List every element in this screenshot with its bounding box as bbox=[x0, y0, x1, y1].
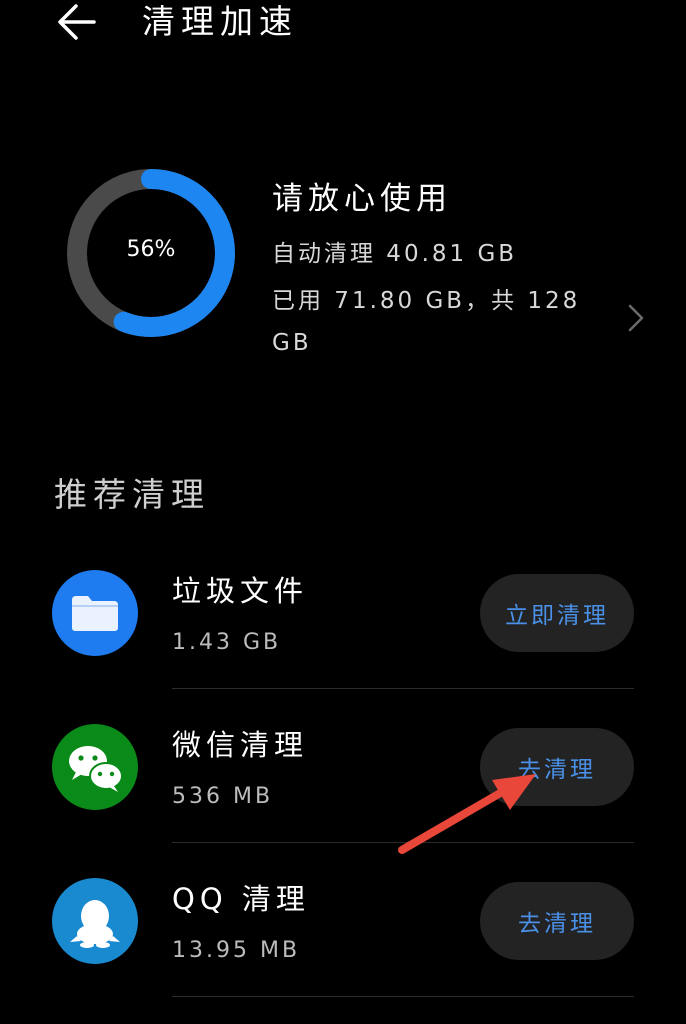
list-item-qq: QQ 清理 13.95 MB 去清理 bbox=[0, 852, 686, 1006]
qq-app-icon bbox=[52, 878, 138, 964]
go-clean-qq-button[interactable]: 去清理 bbox=[480, 882, 634, 960]
folder-icon bbox=[52, 570, 138, 656]
item-name: 微信清理 bbox=[172, 728, 309, 762]
page-title: 清理加速 bbox=[142, 2, 298, 41]
wechat-app-icon bbox=[52, 724, 138, 810]
storage-details-button[interactable] bbox=[618, 296, 654, 340]
item-size: 1.43 GB bbox=[172, 630, 282, 655]
auto-clean-text: 自动清理 40.81 GB bbox=[272, 241, 518, 267]
clean-now-button[interactable]: 立即清理 bbox=[480, 574, 634, 652]
section-title-recommended: 推荐清理 bbox=[54, 475, 210, 514]
junk-files-app-icon bbox=[52, 570, 138, 656]
wechat-icon bbox=[52, 724, 138, 810]
item-size: 13.95 MB bbox=[172, 938, 301, 963]
storage-used-text: 已用 71.80 GB，共 128 GB bbox=[272, 288, 581, 356]
chevron-right-icon bbox=[628, 304, 644, 332]
divider bbox=[172, 842, 634, 843]
storage-percent-label: 56% bbox=[126, 237, 176, 262]
qq-penguin-icon bbox=[52, 878, 138, 964]
storage-status-title: 请放心使用 bbox=[272, 181, 452, 217]
divider bbox=[172, 688, 634, 689]
item-name: 垃圾文件 bbox=[172, 574, 309, 608]
go-clean-wechat-button[interactable]: 去清理 bbox=[480, 728, 634, 806]
back-button[interactable] bbox=[52, 0, 108, 46]
item-name: QQ 清理 bbox=[172, 882, 310, 916]
item-size: 536 MB bbox=[172, 784, 274, 809]
divider bbox=[172, 996, 634, 997]
list-item-wechat: 微信清理 536 MB 去清理 bbox=[0, 698, 686, 852]
back-arrow-icon bbox=[58, 4, 96, 40]
list-item-junk-files: 垃圾文件 1.43 GB 立即清理 bbox=[0, 544, 686, 698]
